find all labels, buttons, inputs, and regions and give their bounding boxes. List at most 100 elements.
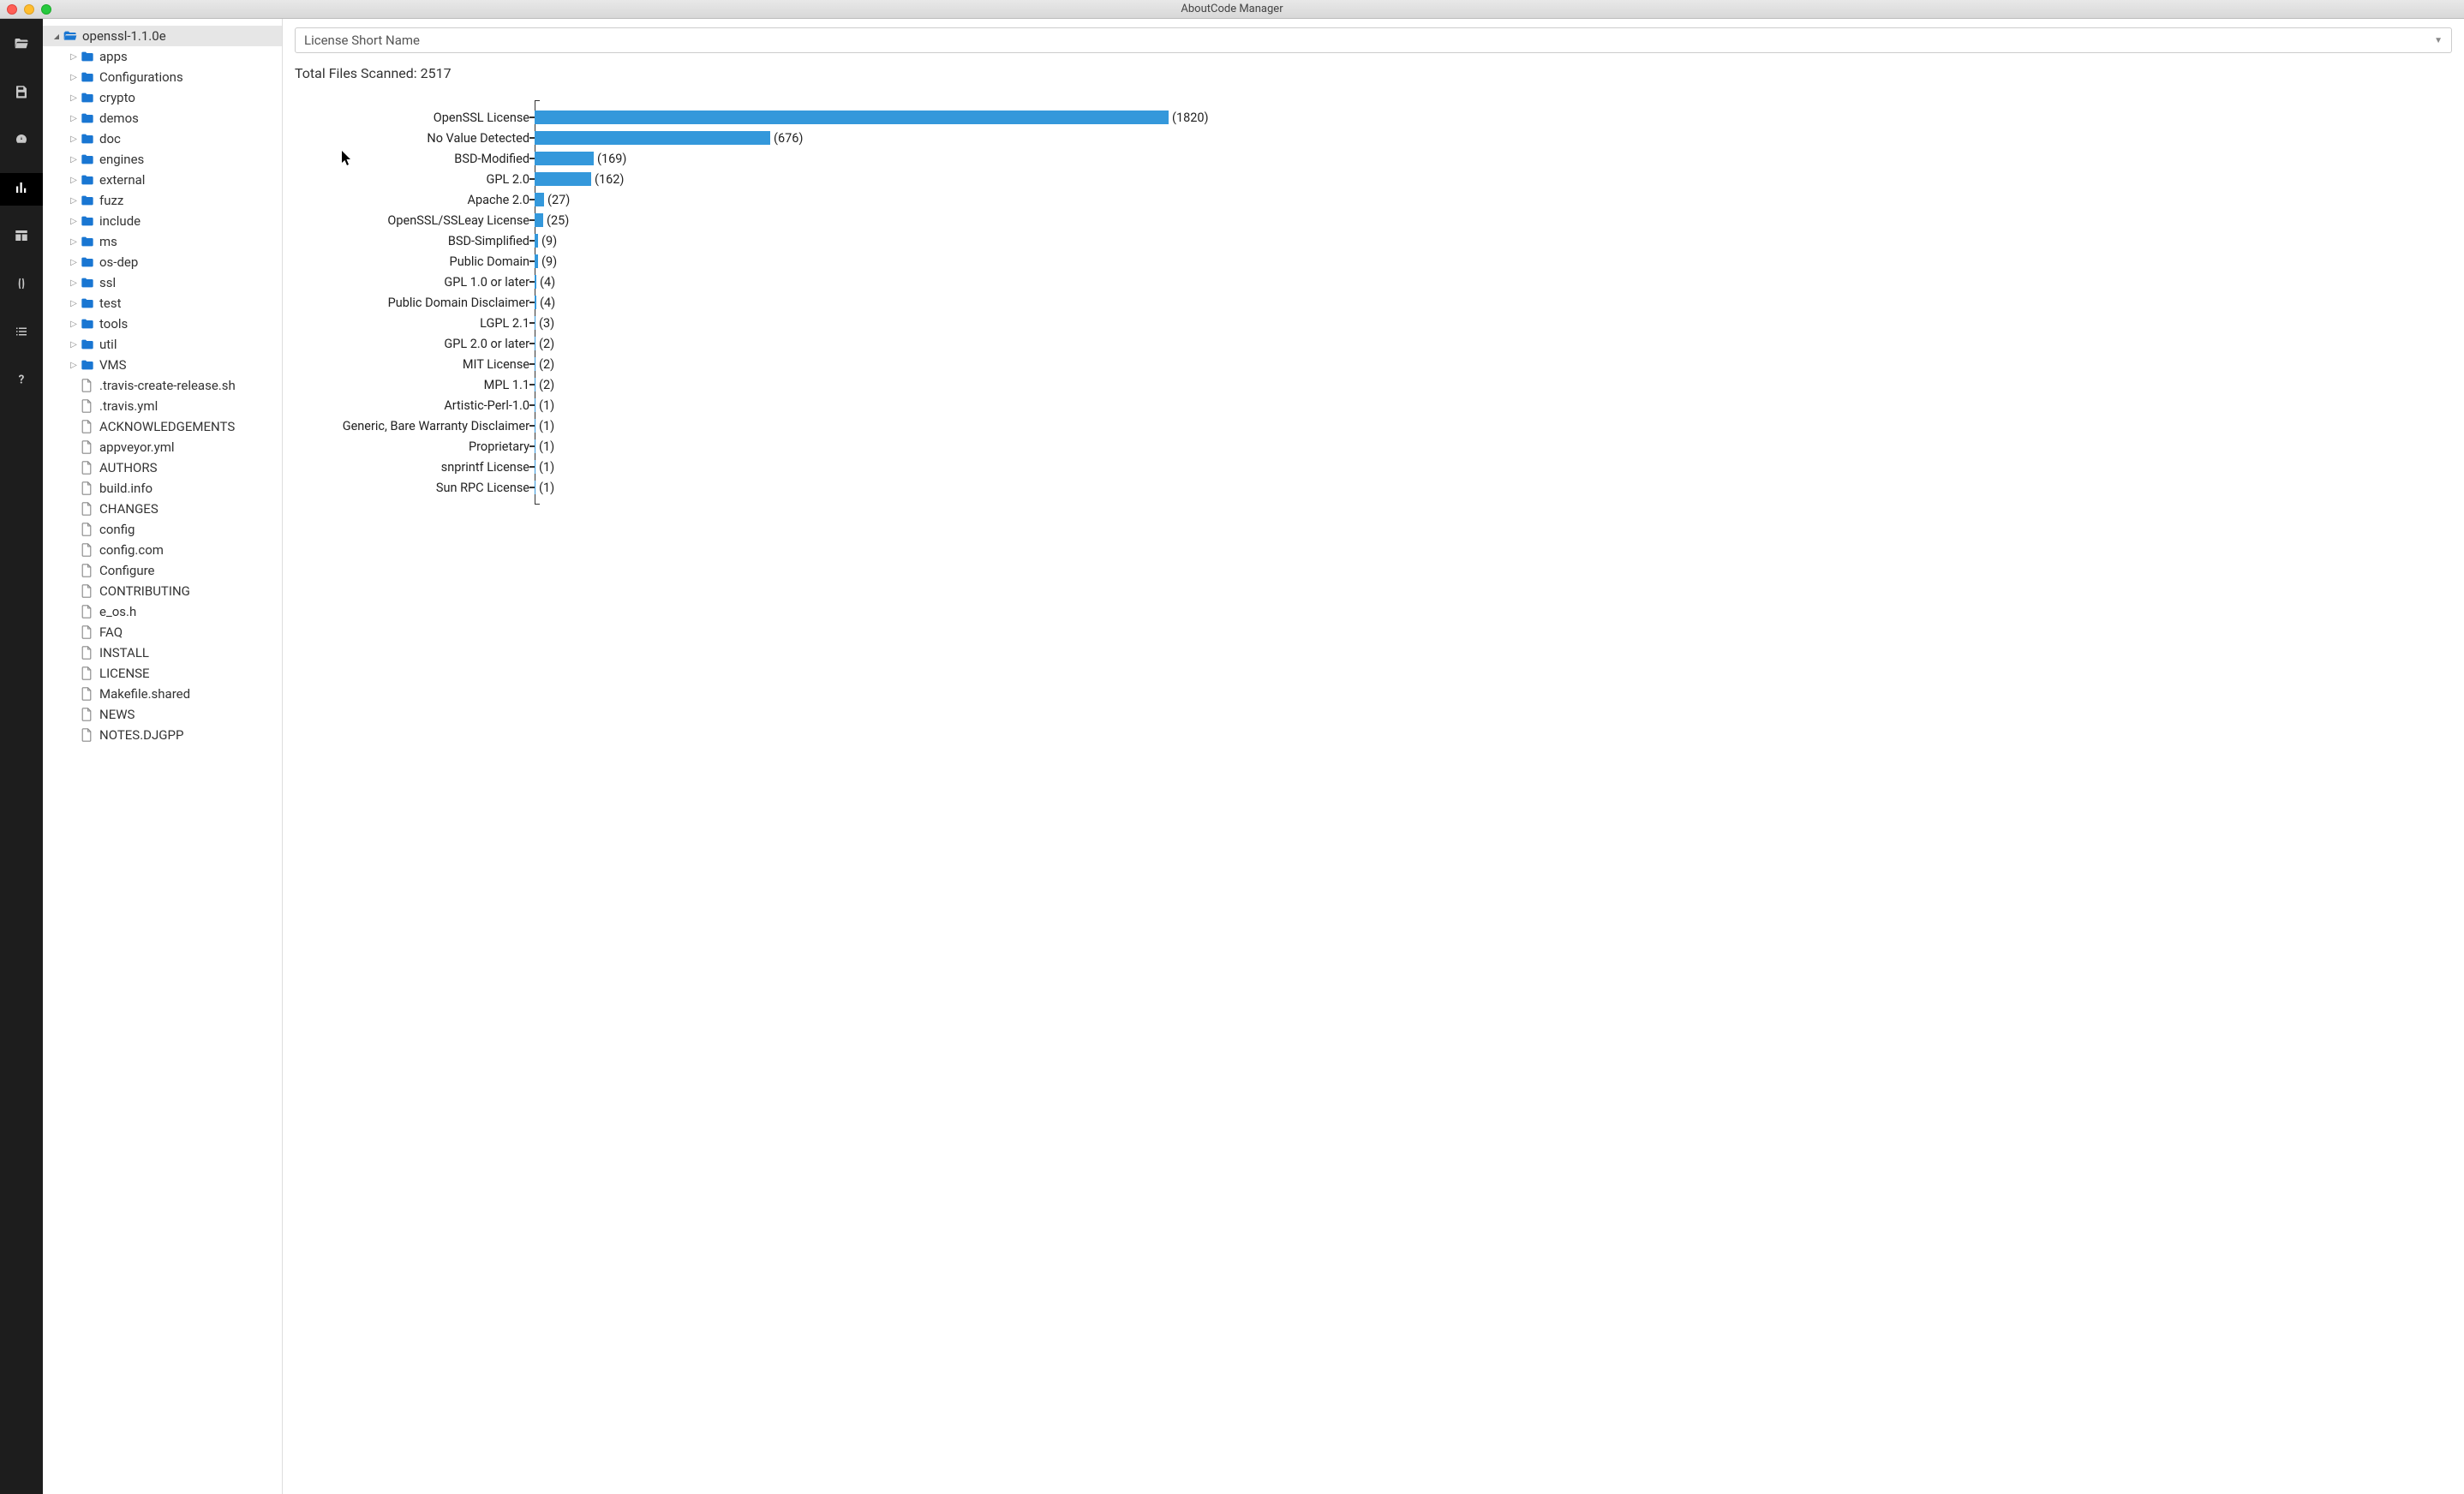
tree-toggle-icon[interactable]: ▷ — [69, 134, 79, 144]
tree-file-item[interactable]: Makefile.shared — [43, 684, 282, 704]
tree-toggle-icon[interactable]: ▷ — [69, 155, 79, 164]
folder-icon — [81, 133, 94, 145]
tree-toggle-icon[interactable]: ▷ — [69, 258, 79, 267]
file-tree[interactable]: ◢openssl-1.1.0e▷apps▷Configurations▷cryp… — [43, 19, 283, 1494]
tree-toggle-icon[interactable]: ▷ — [69, 52, 79, 62]
file-icon — [81, 646, 94, 660]
tree-toggle-icon[interactable]: ▷ — [69, 217, 79, 226]
tree-file-item[interactable]: config — [43, 519, 282, 540]
code-button[interactable] — [0, 269, 43, 302]
chart-category-label: Apache 2.0 — [329, 193, 529, 207]
license-attribute-dropdown[interactable]: License Short Name ▼ — [295, 27, 2452, 53]
tree-file-item[interactable]: CHANGES — [43, 499, 282, 519]
chart-bar[interactable] — [535, 254, 538, 268]
tree-item-label: config.com — [99, 542, 164, 558]
tree-toggle-icon[interactable]: ▷ — [69, 93, 79, 103]
folder-icon — [81, 92, 94, 104]
chart-category-label: OpenSSL License — [329, 111, 529, 125]
chart-bar[interactable] — [535, 193, 544, 206]
tree-item-label: test — [99, 296, 122, 311]
tree-toggle-icon[interactable]: ▷ — [69, 73, 79, 82]
tree-folder-item[interactable]: ▷engines — [43, 149, 282, 170]
chart-category-label: GPL 2.0 or later — [329, 337, 529, 351]
folder-icon — [81, 256, 94, 268]
table-button[interactable] — [0, 221, 43, 254]
tree-toggle-icon[interactable]: ▷ — [69, 299, 79, 308]
tree-item-label: external — [99, 172, 145, 188]
chart-bar-value: (2) — [539, 337, 554, 351]
tree-toggle-icon[interactable]: ▷ — [69, 320, 79, 329]
chart-bar[interactable] — [535, 111, 1169, 124]
tree-file-item[interactable]: LICENSE — [43, 663, 282, 684]
tree-folder-item[interactable]: ▷tools — [43, 314, 282, 334]
tree-folder-item[interactable]: ▷os-dep — [43, 252, 282, 272]
tree-folder-item[interactable]: ▷ssl — [43, 272, 282, 293]
tree-toggle-icon[interactable]: ▷ — [69, 176, 79, 185]
maximize-window-button[interactable] — [41, 4, 51, 15]
list-button[interactable] — [0, 317, 43, 350]
tree-toggle-icon[interactable]: ▷ — [69, 340, 79, 350]
tree-folder-item[interactable]: ▷ test — [43, 293, 282, 314]
tree-file-item[interactable]: NOTES.DJGPP — [43, 725, 282, 745]
tree-file-item[interactable]: NEWS — [43, 704, 282, 725]
tree-toggle-icon[interactable]: ▷ — [69, 237, 79, 247]
tree-file-item[interactable]: INSTALL — [43, 642, 282, 663]
tree-file-item[interactable]: config.com — [43, 540, 282, 560]
chart-bar-value: (1) — [539, 439, 554, 454]
tree-folder-item[interactable]: ▷demos — [43, 108, 282, 128]
close-window-button[interactable] — [7, 4, 17, 15]
chart-bar-value: (2) — [539, 357, 554, 372]
folder-icon — [81, 51, 94, 63]
tree-folder-item[interactable]: ▷VMS — [43, 355, 282, 375]
help-button[interactable]: ? — [0, 365, 43, 397]
tree-toggle-icon[interactable]: ◢ — [51, 33, 62, 40]
chart-bar[interactable] — [535, 234, 538, 248]
file-icon — [81, 523, 94, 536]
tree-folder-item[interactable]: ◢openssl-1.1.0e — [43, 26, 282, 46]
chart-bar[interactable] — [535, 213, 543, 227]
tree-folder-item[interactable]: ▷ ms — [43, 231, 282, 252]
tree-folder-item[interactable]: ▷Configurations — [43, 67, 282, 87]
tree-file-item[interactable]: FAQ — [43, 622, 282, 642]
chart-category-label: MIT License — [329, 357, 529, 372]
tree-file-item[interactable]: .travis.yml — [43, 396, 282, 416]
tree-file-item[interactable]: CONTRIBUTING — [43, 581, 282, 601]
tree-toggle-icon[interactable]: ▷ — [69, 361, 79, 370]
tree-file-item[interactable]: AUTHORS — [43, 457, 282, 478]
tree-folder-item[interactable]: ▷doc — [43, 128, 282, 149]
chart-bar[interactable] — [535, 296, 536, 309]
tree-file-item[interactable]: build.info — [43, 478, 282, 499]
chart-bar-row: BSD-Modified(169) — [329, 148, 2452, 169]
file-icon — [81, 708, 94, 721]
tree-folder-item[interactable]: ▷ external — [43, 170, 282, 190]
tree-file-item[interactable]: ACKNOWLEDGEMENTS — [43, 416, 282, 437]
save-button[interactable] — [0, 77, 43, 110]
tree-folder-item[interactable]: ▷include — [43, 211, 282, 231]
file-icon — [81, 666, 94, 680]
tree-file-item[interactable]: e_os.h — [43, 601, 282, 622]
tree-file-item[interactable]: appveyor.yml — [43, 437, 282, 457]
dashboard-button[interactable] — [0, 125, 43, 158]
folder-icon — [81, 277, 94, 289]
bar-chart-button[interactable] — [0, 173, 43, 206]
tree-item-label: build.info — [99, 481, 153, 496]
tree-toggle-icon[interactable]: ▷ — [69, 196, 79, 206]
tree-file-item[interactable]: Configure — [43, 560, 282, 581]
tree-file-item[interactable]: .travis-create-release.sh — [43, 375, 282, 396]
chart-bar[interactable] — [535, 152, 594, 165]
tree-item-label: ms — [99, 234, 117, 249]
chart-bar[interactable] — [535, 131, 770, 145]
chart-bar-row: Apache 2.0(27) — [329, 189, 2452, 210]
tree-folder-item[interactable]: ▷crypto — [43, 87, 282, 108]
tree-folder-item[interactable]: ▷fuzz — [43, 190, 282, 211]
tree-folder-item[interactable]: ▷util — [43, 334, 282, 355]
tree-item-label: Configure — [99, 563, 155, 578]
tree-folder-item[interactable]: ▷apps — [43, 46, 282, 67]
tree-toggle-icon[interactable]: ▷ — [69, 114, 79, 123]
chart-bar[interactable] — [535, 275, 536, 289]
chart-bar[interactable] — [535, 172, 591, 186]
open-folder-button[interactable] — [0, 29, 43, 62]
minimize-window-button[interactable] — [24, 4, 34, 15]
folder-icon — [81, 112, 94, 124]
tree-toggle-icon[interactable]: ▷ — [69, 278, 79, 288]
